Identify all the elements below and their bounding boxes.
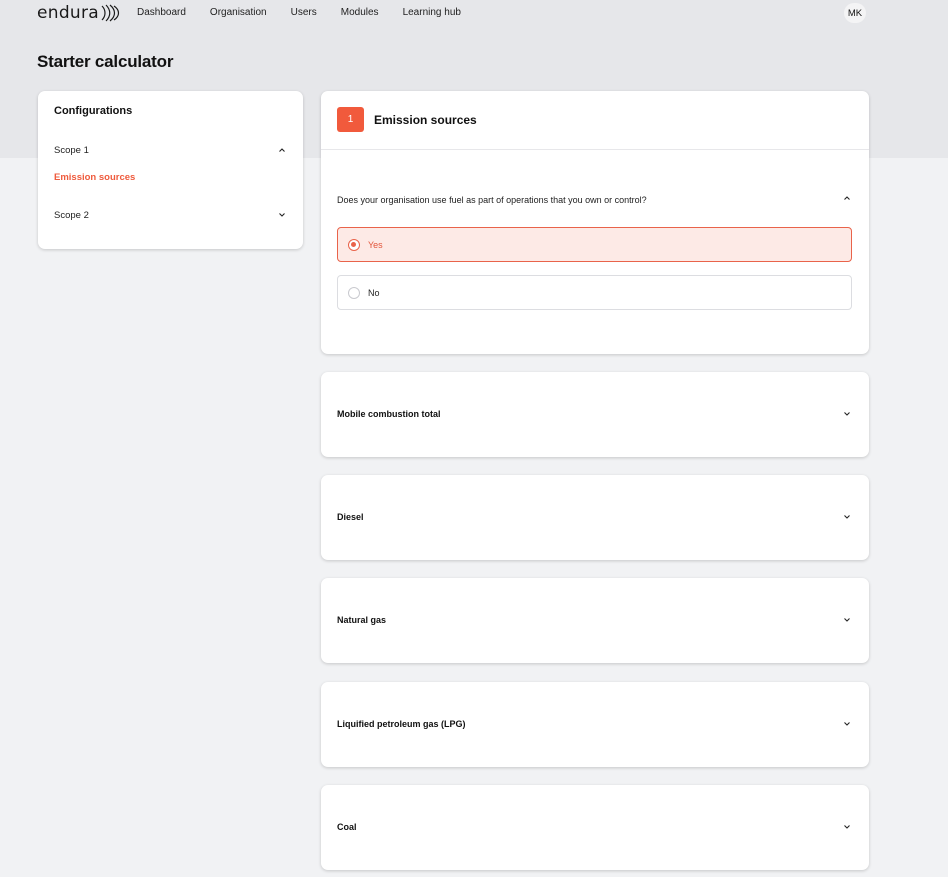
configurations-panel: Configurations Scope 1 Emission sources … — [38, 91, 303, 249]
chevron-up-icon — [279, 148, 285, 152]
nav-link-dashboard[interactable]: Dashboard — [137, 7, 186, 18]
chevron-down-icon — [844, 825, 850, 829]
nav-link-learning-hub[interactable]: Learning hub — [403, 7, 461, 18]
accordion-label: Natural gas — [337, 615, 387, 625]
chevron-down-icon — [844, 618, 850, 622]
option-yes[interactable]: Yes — [337, 227, 852, 262]
accordion-mobile-combustion-total[interactable]: Mobile combustion total — [321, 372, 869, 457]
option-label: No — [368, 288, 380, 298]
configurations-title: Configurations — [54, 105, 133, 117]
sidebar-item-emission-sources[interactable]: Emission sources — [54, 172, 135, 183]
fuel-question: Does your organisation use fuel as part … — [337, 195, 647, 205]
section-title: Emission sources — [374, 113, 477, 127]
user-avatar[interactable]: MK — [844, 3, 866, 23]
accordion-diesel[interactable]: Diesel — [321, 475, 869, 560]
chevron-down-icon — [844, 515, 850, 519]
nav-link-organisation[interactable]: Organisation — [210, 7, 267, 18]
sidebar-item-scope-1[interactable]: Scope 1 — [54, 145, 287, 156]
option-label: Yes — [368, 240, 383, 250]
divider — [321, 149, 869, 150]
brand-logo[interactable]: endura — [37, 3, 122, 23]
step-number-badge: 1 — [337, 107, 364, 132]
nav-links: Dashboard Organisation Users Modules Lea… — [137, 7, 485, 18]
accordion-label: Mobile combustion total — [337, 409, 441, 419]
chevron-up-icon[interactable] — [842, 193, 852, 203]
radio-selected-icon[interactable] — [348, 239, 360, 251]
brand-name: endura — [37, 3, 100, 23]
accordion-label: Coal — [337, 822, 357, 832]
chevron-down-icon — [279, 213, 285, 217]
nav-link-modules[interactable]: Modules — [341, 7, 379, 18]
sidebar-item-scope-2[interactable]: Scope 2 — [54, 210, 287, 221]
emission-sources-card: 1 Emission sources Does your organisatio… — [321, 91, 869, 354]
chevron-down-icon — [844, 412, 850, 416]
accordion-coal[interactable]: Coal — [321, 785, 869, 870]
nav-link-users[interactable]: Users — [291, 7, 317, 18]
chevron-down-icon — [844, 722, 850, 726]
wave-logo-icon — [101, 4, 120, 22]
option-no[interactable]: No — [337, 275, 852, 310]
sidebar-item-label: Scope 1 — [54, 145, 89, 156]
accordion-lpg[interactable]: Liquified petroleum gas (LPG) — [321, 682, 869, 767]
accordion-label: Liquified petroleum gas (LPG) — [337, 719, 466, 729]
radio-unselected-icon[interactable] — [348, 287, 360, 299]
accordion-label: Diesel — [337, 512, 364, 522]
accordion-natural-gas[interactable]: Natural gas — [321, 578, 869, 663]
sidebar-item-label: Scope 2 — [54, 210, 89, 221]
page-title: Starter calculator — [37, 52, 174, 71]
top-navigation: endura Dashboard Organisation Users Modu… — [0, 0, 948, 26]
